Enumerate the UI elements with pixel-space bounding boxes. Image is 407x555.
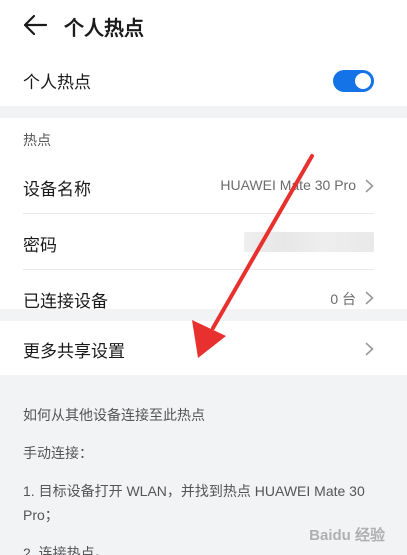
chevron-right-icon	[365, 291, 374, 305]
hotspot-toggle-row[interactable]: 个人热点	[0, 52, 407, 106]
section-divider	[0, 375, 407, 389]
section-divider	[0, 106, 407, 118]
connected-devices-label: 已连接设备	[23, 292, 108, 311]
password-label: 密码	[23, 236, 57, 255]
device-name-value: HUAWEI Mate 30 Pro	[220, 177, 356, 193]
hotspot-toggle-label: 个人热点	[23, 73, 91, 92]
chevron-right-icon	[365, 342, 374, 356]
section-title-hotspot: 热点	[23, 132, 51, 148]
chevron-right-icon	[365, 179, 374, 193]
device-name-row[interactable]: 设备名称 HUAWEI Mate 30 Pro	[23, 158, 374, 214]
page-title: 个人热点	[64, 18, 144, 40]
toggle-knob	[355, 73, 371, 89]
connected-devices-count: 0 台	[330, 291, 356, 307]
help-manual-title: 手动连接：	[23, 445, 93, 461]
watermark: Baidu 经验	[309, 527, 385, 544]
password-row[interactable]: 密码	[23, 214, 374, 270]
help-step-1: 1. 目标设备打开 WLAN，并找到热点 HUAWEI Mate 30 Pro；	[23, 483, 365, 523]
device-name-label: 设备名称	[23, 180, 91, 199]
connected-devices-row[interactable]: 已连接设备 0 台	[23, 270, 374, 326]
back-arrow-icon[interactable]	[22, 13, 48, 37]
more-sharing-settings-label: 更多共享设置	[23, 342, 125, 361]
more-sharing-settings-row[interactable]: 更多共享设置	[0, 321, 407, 375]
top-bar: 个人热点	[0, 0, 407, 52]
hotspot-settings-card: 热点 设备名称 HUAWEI Mate 30 Pro 密码 已连接设备 0 台	[0, 118, 407, 311]
hotspot-toggle-switch[interactable]	[333, 70, 374, 92]
help-heading: 如何从其他设备连接至此热点	[23, 407, 205, 423]
password-value-blurred	[244, 232, 374, 252]
